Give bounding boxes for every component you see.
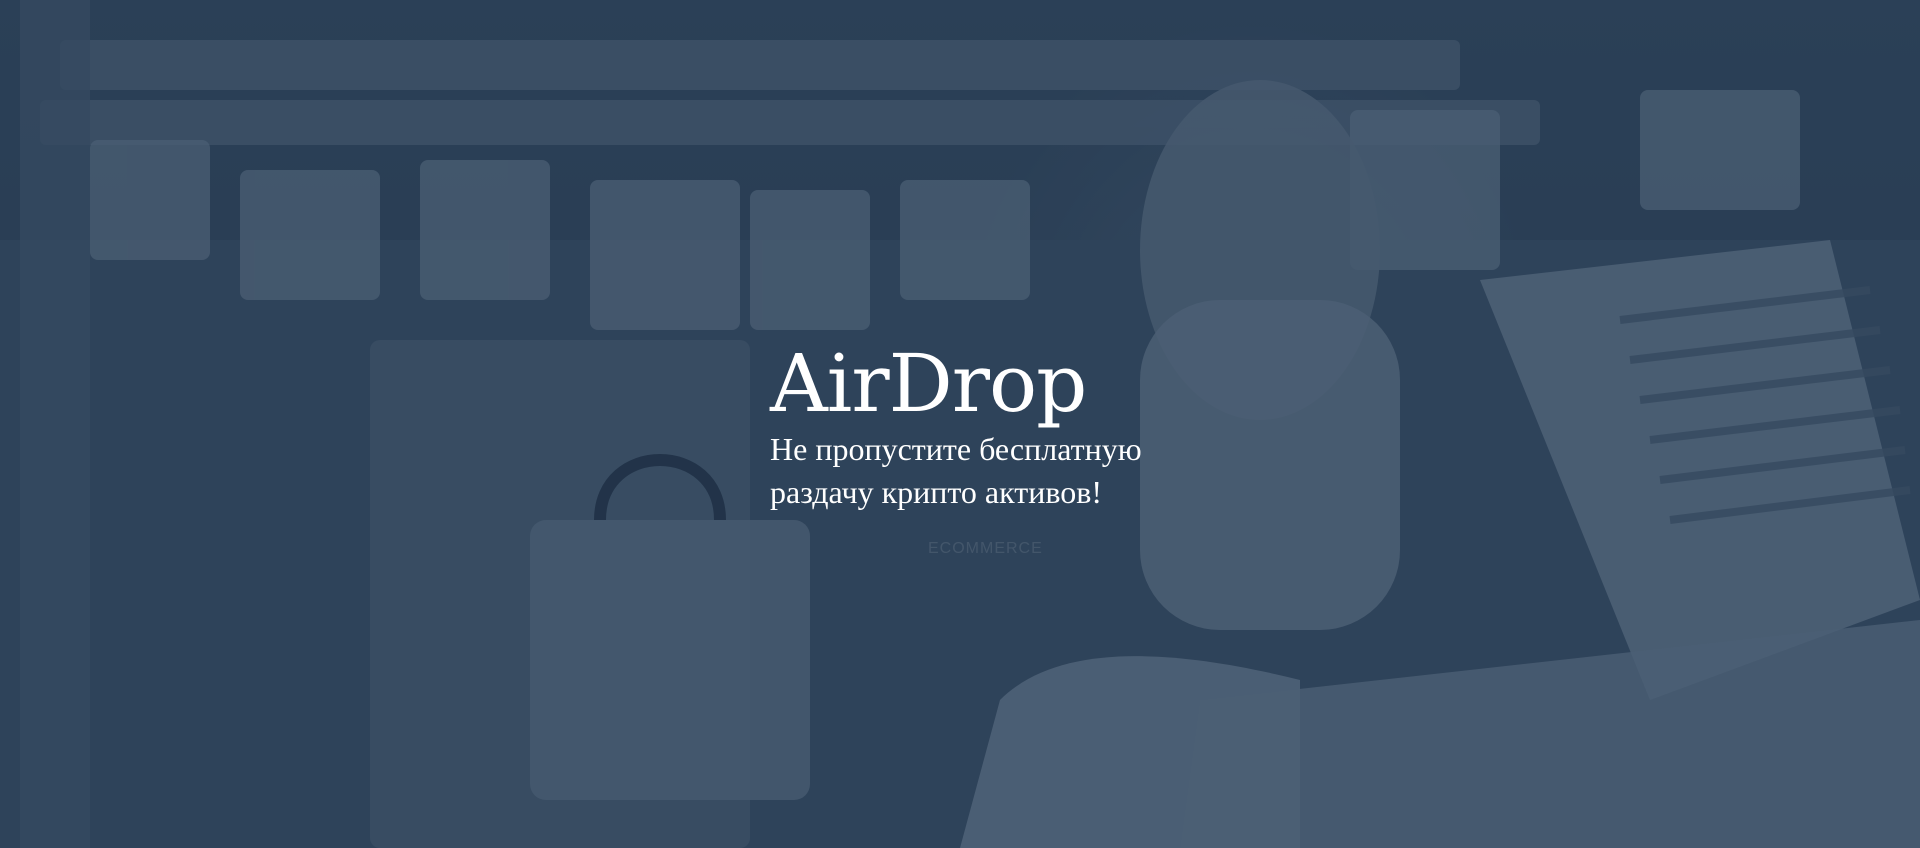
subtitle-line-1: Не пропустите бесплатную [770, 431, 1142, 467]
hero-content: AirDrop Не пропустите бесплатную раздачу… [770, 340, 1290, 514]
subtitle: Не пропустите бесплатную раздачу крипто … [770, 428, 1290, 514]
page-title: AirDrop [770, 337, 1087, 430]
hero-banner: ECOMMERCE AirDrop Не пропустите бесплатн… [0, 0, 1920, 848]
watermark: ECOMMERCE [928, 540, 1043, 557]
subtitle-line-2: раздачу крипто активов! [770, 474, 1103, 510]
